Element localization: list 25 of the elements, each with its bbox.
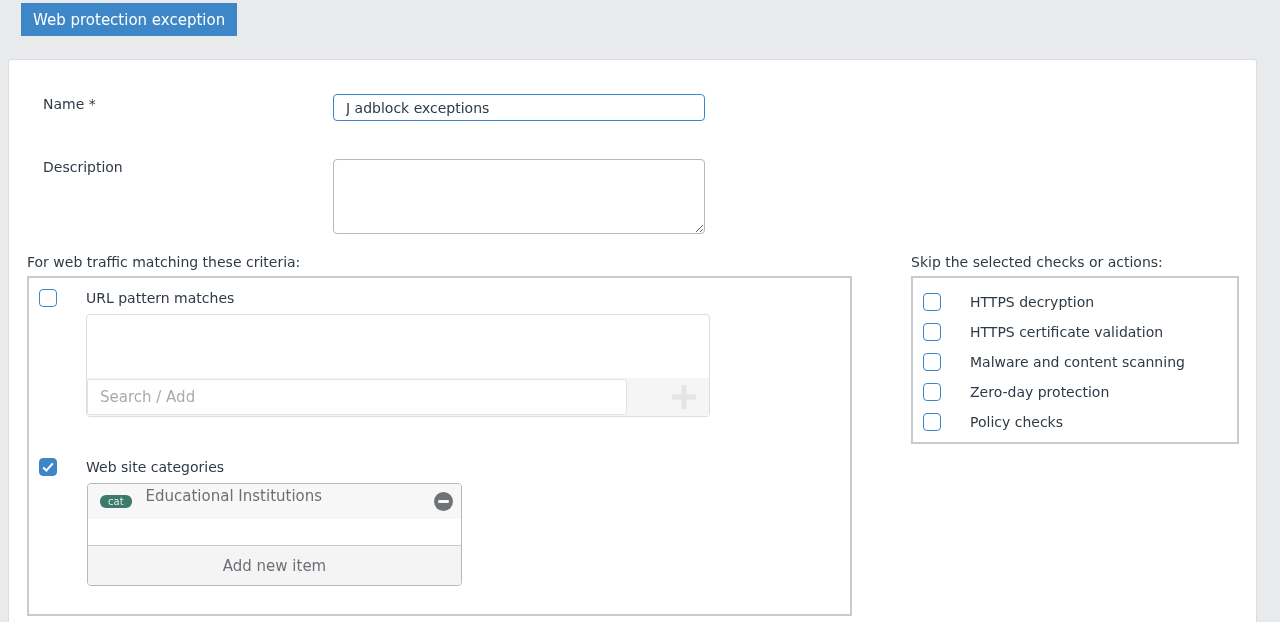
- skip-checkbox[interactable]: [923, 293, 941, 311]
- skip-option-label: HTTPS certificate validation: [970, 324, 1164, 340]
- add-new-item-button[interactable]: Add new item: [88, 546, 461, 585]
- skip-option-label: HTTPS decryption: [970, 294, 1095, 310]
- category-name: Educational Institutions: [145, 486, 323, 505]
- skip-checkbox[interactable]: [923, 353, 941, 371]
- skip-heading: Skip the selected checks or actions:: [911, 254, 1164, 272]
- skip-option-label: Zero-day protection: [970, 384, 1110, 400]
- name-field[interactable]: J adblock exceptions: [333, 94, 705, 121]
- skip-option-label: Policy checks: [970, 414, 1063, 430]
- description-label: Description: [42, 159, 124, 177]
- url-pattern-checkbox[interactable]: [39, 289, 57, 307]
- skip-checkbox[interactable]: [923, 383, 941, 401]
- url-pattern-label: URL pattern matches: [86, 290, 235, 306]
- name-label: Name *: [42, 95, 97, 114]
- skip-checkbox[interactable]: [923, 323, 941, 341]
- skip-option-label: Malware and content scanning: [970, 354, 1185, 370]
- categories-checkbox[interactable]: [39, 458, 57, 476]
- category-tag: cat: [100, 495, 132, 508]
- description-field[interactable]: [333, 159, 705, 234]
- categories-label: Web site categories: [86, 459, 225, 475]
- criteria-heading: For web traffic matching these criteria:: [27, 254, 302, 272]
- skip-checkbox[interactable]: [923, 413, 941, 431]
- remove-icon[interactable]: [434, 492, 453, 511]
- search-add-field[interactable]: Search / Add: [87, 379, 627, 415]
